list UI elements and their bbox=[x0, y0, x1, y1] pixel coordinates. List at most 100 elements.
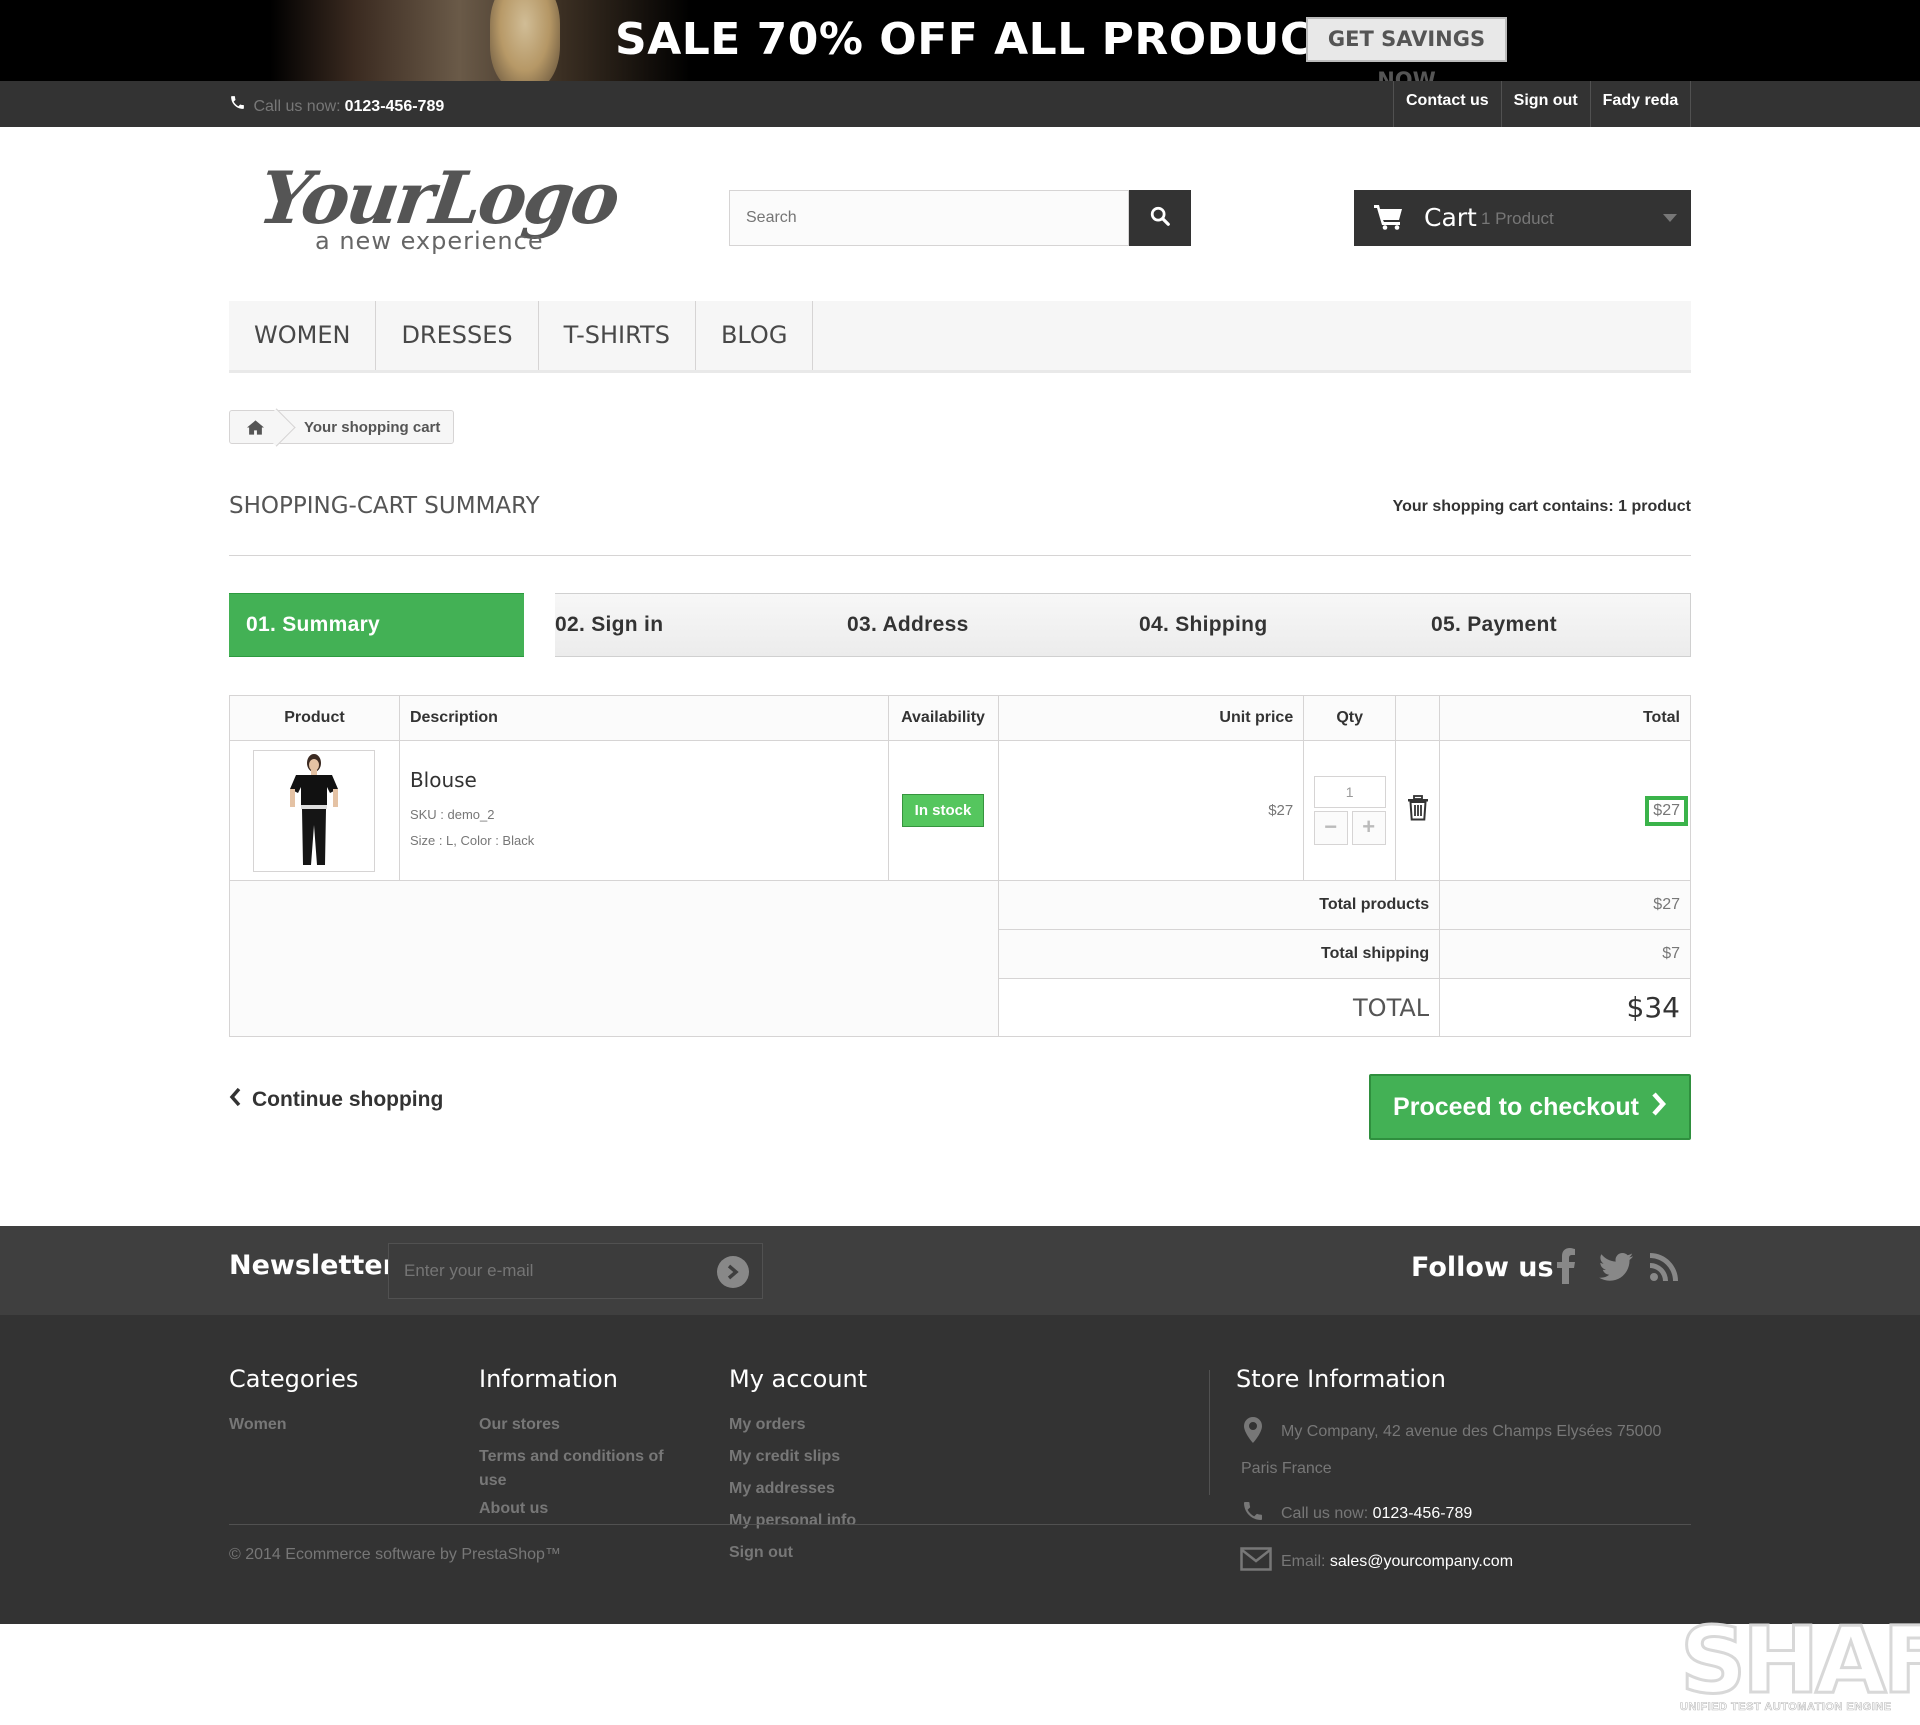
search-field[interactable] bbox=[729, 190, 1129, 246]
newsletter-email-input[interactable] bbox=[389, 1244, 762, 1298]
main-menu: WOMEN DRESSES T-SHIRTS BLOG bbox=[229, 301, 1691, 373]
follow-us-title: Follow us bbox=[1411, 1252, 1554, 1283]
total-products-row: Total products $27 bbox=[229, 880, 1691, 1037]
menu-item-women[interactable]: WOMEN bbox=[229, 301, 377, 370]
search-input[interactable] bbox=[730, 191, 1128, 245]
cart-count: 1 Product bbox=[1481, 209, 1554, 228]
continue-shopping-link[interactable]: Continue shopping bbox=[229, 1087, 443, 1113]
total-shipping-value: $7 bbox=[1439, 929, 1691, 979]
footer-link-terms[interactable]: Terms and conditions of bbox=[479, 1441, 664, 1469]
envelope-icon bbox=[1240, 1547, 1272, 1576]
decrease-qty-button[interactable]: − bbox=[1313, 811, 1348, 845]
total-products-label: Total products bbox=[997, 880, 1441, 930]
product-attributes[interactable]: Size : L, Color : Black bbox=[410, 828, 888, 854]
call-us: Call us now: 0123-456-789 bbox=[229, 94, 444, 116]
table-header-row: Product Description Availability Unit pr… bbox=[229, 695, 1691, 741]
step-payment: 05. Payment bbox=[1431, 593, 1691, 657]
facebook-icon[interactable] bbox=[1556, 1248, 1576, 1289]
cart-count-summary: Your shopping cart contains: 1 product bbox=[1392, 498, 1691, 515]
home-icon[interactable] bbox=[230, 411, 280, 443]
newsletter-title: Newsletter bbox=[229, 1250, 396, 1281]
step-signin: 02. Sign in bbox=[555, 593, 847, 657]
promo-banner[interactable]: SALE 70% OFF ALL PRODUCTS GET SAVINGS NO… bbox=[0, 0, 1920, 81]
phone-number: 0123-456-789 bbox=[344, 98, 445, 115]
divider bbox=[229, 555, 1691, 556]
footer-link-terms-cont[interactable]: use bbox=[479, 1469, 664, 1493]
twitter-icon[interactable] bbox=[1598, 1253, 1633, 1286]
footer-link-sign-out[interactable]: Sign out bbox=[729, 1537, 867, 1569]
footer-link-my-orders[interactable]: My orders bbox=[729, 1409, 867, 1441]
store-email-link[interactable]: sales@yourcompany.com bbox=[1330, 1553, 1513, 1570]
checkout-steps: 01. Summary 02. Sign in 03. Address 04. … bbox=[229, 593, 1691, 657]
site-logo[interactable]: YourLogo a new experience bbox=[254, 155, 622, 255]
shaft-watermark-logo: SHAFT UNIFIED TEST AUTOMATION ENGINE bbox=[1679, 1607, 1920, 1714]
grand-total-label: TOTAL bbox=[997, 978, 1441, 1037]
menu-item-blog[interactable]: BLOG bbox=[696, 301, 814, 370]
phone-icon bbox=[229, 94, 249, 116]
page-title: SHOPPING-CART SUMMARY bbox=[229, 493, 540, 519]
footer-information: Information Our stores Terms and conditi… bbox=[479, 1365, 664, 1525]
footer-link-our-stores[interactable]: Our stores bbox=[479, 1409, 664, 1441]
store-address-line2: Paris France bbox=[1241, 1460, 1332, 1477]
footer-link-addresses[interactable]: My addresses bbox=[729, 1473, 867, 1505]
top-nav-bar: Call us now: 0123-456-789 Contact us Sign… bbox=[0, 81, 1920, 127]
footer-account-title: My account bbox=[729, 1365, 868, 1393]
rss-icon[interactable] bbox=[1650, 1253, 1678, 1286]
menu-item-dresses[interactable]: DRESSES bbox=[376, 301, 539, 370]
footer-link-about-us[interactable]: About us bbox=[479, 1493, 664, 1525]
quantity-input[interactable]: 1 bbox=[1313, 776, 1386, 808]
search-button[interactable] bbox=[1129, 190, 1191, 246]
newsletter-submit-icon[interactable] bbox=[717, 1256, 749, 1288]
copyright[interactable]: © 2014 Ecommerce software by PrestaShop™ bbox=[229, 1546, 561, 1564]
grand-total-value: $34 bbox=[1439, 978, 1691, 1037]
store-phone: Call us now: 0123-456-789 bbox=[1281, 1505, 1473, 1522]
footer-divider bbox=[1209, 1370, 1210, 1495]
product-sku: SKU : demo_2 bbox=[409, 806, 495, 822]
footer-link-credit-slips[interactable]: My credit slips bbox=[729, 1441, 867, 1473]
col-description: Description bbox=[398, 695, 889, 741]
chevron-right-icon bbox=[1651, 1091, 1667, 1124]
availability-badge: In stock bbox=[901, 794, 985, 827]
contact-us-link[interactable]: Contact us bbox=[1393, 81, 1501, 127]
line-total: $27 bbox=[1645, 795, 1688, 826]
step-shipping: 04. Shipping bbox=[1139, 593, 1431, 657]
account-link[interactable]: Fady reda bbox=[1589, 81, 1692, 127]
footer: Categories Women Information Our stores … bbox=[0, 1315, 1920, 1624]
total-shipping-label: Total shipping bbox=[997, 929, 1441, 979]
chevron-down-icon bbox=[1663, 214, 1677, 222]
col-total: Total bbox=[1439, 695, 1691, 741]
footer-store-title: Store Information bbox=[1236, 1365, 1446, 1393]
chevron-left-icon bbox=[229, 1087, 242, 1113]
get-savings-button[interactable]: GET SAVINGS NOW bbox=[1306, 17, 1507, 81]
total-products-value: $27 bbox=[1439, 880, 1691, 930]
table-row: Blouse SKU : demo_2 Size : L, Color : Bl… bbox=[229, 740, 1691, 881]
product-image[interactable] bbox=[253, 749, 376, 872]
cart-label: Cart bbox=[1424, 203, 1477, 232]
banner-headline: SALE 70% OFF ALL PRODUCTS bbox=[615, 14, 1376, 65]
breadcrumb: Your shopping cart bbox=[229, 410, 455, 444]
sign-out-link[interactable]: Sign out bbox=[1500, 81, 1590, 127]
call-label: Call us now: bbox=[253, 98, 341, 115]
cart-icon bbox=[1374, 204, 1404, 235]
newsletter-bar: Newsletter Follow us bbox=[0, 1226, 1920, 1315]
footer-link-women[interactable]: Women bbox=[229, 1409, 358, 1441]
breadcrumb-current: Your shopping cart bbox=[304, 418, 441, 436]
proceed-to-checkout-button[interactable]: Proceed to checkout bbox=[1369, 1074, 1691, 1140]
trash-icon[interactable] bbox=[1407, 795, 1429, 825]
col-product: Product bbox=[229, 695, 400, 741]
store-address-line1: My Company, 42 avenue des Champs Elysées… bbox=[1281, 1423, 1662, 1440]
col-unit-price: Unit price bbox=[997, 695, 1305, 741]
step-address: 03. Address bbox=[847, 593, 1139, 657]
footer-my-account: My account My orders My credit slips My … bbox=[729, 1365, 867, 1569]
menu-item-tshirts[interactable]: T-SHIRTS bbox=[539, 301, 696, 370]
cart-table: Product Description Availability Unit pr… bbox=[229, 695, 1691, 1037]
step-summary: 01. Summary bbox=[229, 593, 524, 657]
product-name[interactable]: Blouse bbox=[410, 768, 888, 792]
newsletter-field[interactable] bbox=[388, 1243, 763, 1299]
increase-qty-button[interactable]: + bbox=[1351, 811, 1386, 845]
footer-link-personal-info[interactable]: My personal info bbox=[729, 1505, 867, 1537]
col-qty: Qty bbox=[1303, 695, 1397, 741]
cart-dropdown[interactable]: Cart 1 Product bbox=[1354, 190, 1691, 246]
footer-categories: Categories Women bbox=[229, 1365, 358, 1441]
col-delete bbox=[1395, 695, 1441, 741]
